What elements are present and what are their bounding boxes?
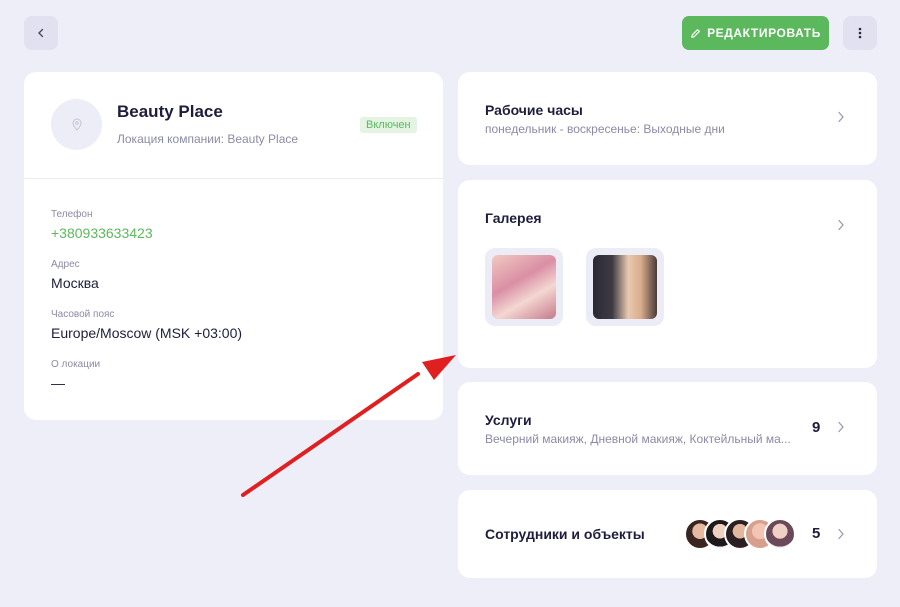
working-hours-subtitle: понедельник - воскресенье: Выходные дни	[485, 122, 725, 136]
working-hours-chevron[interactable]	[835, 110, 847, 124]
working-hours-card[interactable]: Рабочие часы понедельник - воскресенье: …	[458, 72, 877, 165]
gallery-thumbnail[interactable]	[586, 248, 664, 326]
services-count: 9	[812, 419, 821, 436]
about-label: О локации	[51, 359, 101, 370]
gallery-chevron[interactable]	[835, 218, 847, 232]
services-card[interactable]: Услуги Вечерний макияж, Дневной макияж, …	[458, 382, 877, 475]
makeup-application-photo	[492, 255, 556, 319]
staff-avatars	[684, 518, 798, 550]
chevron-right-icon	[838, 219, 844, 231]
edit-button-label: РЕДАКТИРОВАТЬ	[707, 26, 821, 40]
address-label: Адрес	[51, 259, 80, 270]
location-avatar	[51, 99, 102, 150]
staff-card[interactable]: Сотрудники и объекты 5	[458, 490, 877, 578]
timezone-value: Europe/Moscow (MSK +03:00)	[51, 325, 243, 341]
back-button[interactable]	[24, 16, 58, 50]
gallery-card[interactable]: Галерея	[458, 180, 877, 368]
phone-value[interactable]: +380933633423	[51, 225, 153, 241]
location-header: Beauty Place Локация компании: Beauty Pl…	[24, 72, 443, 179]
staff-chevron[interactable]	[835, 527, 847, 541]
pencil-icon	[691, 28, 701, 38]
staff-avatar-5	[764, 518, 796, 550]
phone-label: Телефон	[51, 209, 93, 220]
location-subtitle: Локация компании: Beauty Place	[117, 132, 299, 146]
staff-title: Сотрудники и объекты	[485, 526, 645, 542]
chevron-left-icon	[38, 28, 44, 38]
services-subtitle: Вечерний макияж, Дневной макияж, Коктейл…	[485, 432, 791, 446]
chevron-right-icon	[838, 421, 844, 433]
services-chevron[interactable]	[835, 420, 847, 434]
services-title: Услуги	[485, 412, 532, 428]
edit-button[interactable]: РЕДАКТИРОВАТЬ	[682, 16, 829, 50]
more-vertical-icon	[858, 27, 862, 39]
location-card: Beauty Place Локация компании: Beauty Pl…	[24, 72, 443, 420]
chevron-right-icon	[838, 528, 844, 540]
status-badge: Включен	[360, 117, 417, 133]
working-hours-title: Рабочие часы	[485, 102, 583, 118]
woman-makeup-portrait-photo	[593, 255, 657, 319]
gallery-thumbnail[interactable]	[485, 248, 563, 326]
about-value: —	[51, 375, 65, 391]
map-pin-icon	[71, 118, 82, 131]
more-options-button[interactable]	[843, 16, 877, 50]
address-value: Москва	[51, 275, 99, 291]
timezone-label: Часовой пояс	[51, 309, 115, 320]
gallery-title: Галерея	[485, 210, 542, 226]
staff-count: 5	[812, 525, 821, 542]
chevron-right-icon	[838, 111, 844, 123]
location-name: Beauty Place	[117, 102, 223, 121]
